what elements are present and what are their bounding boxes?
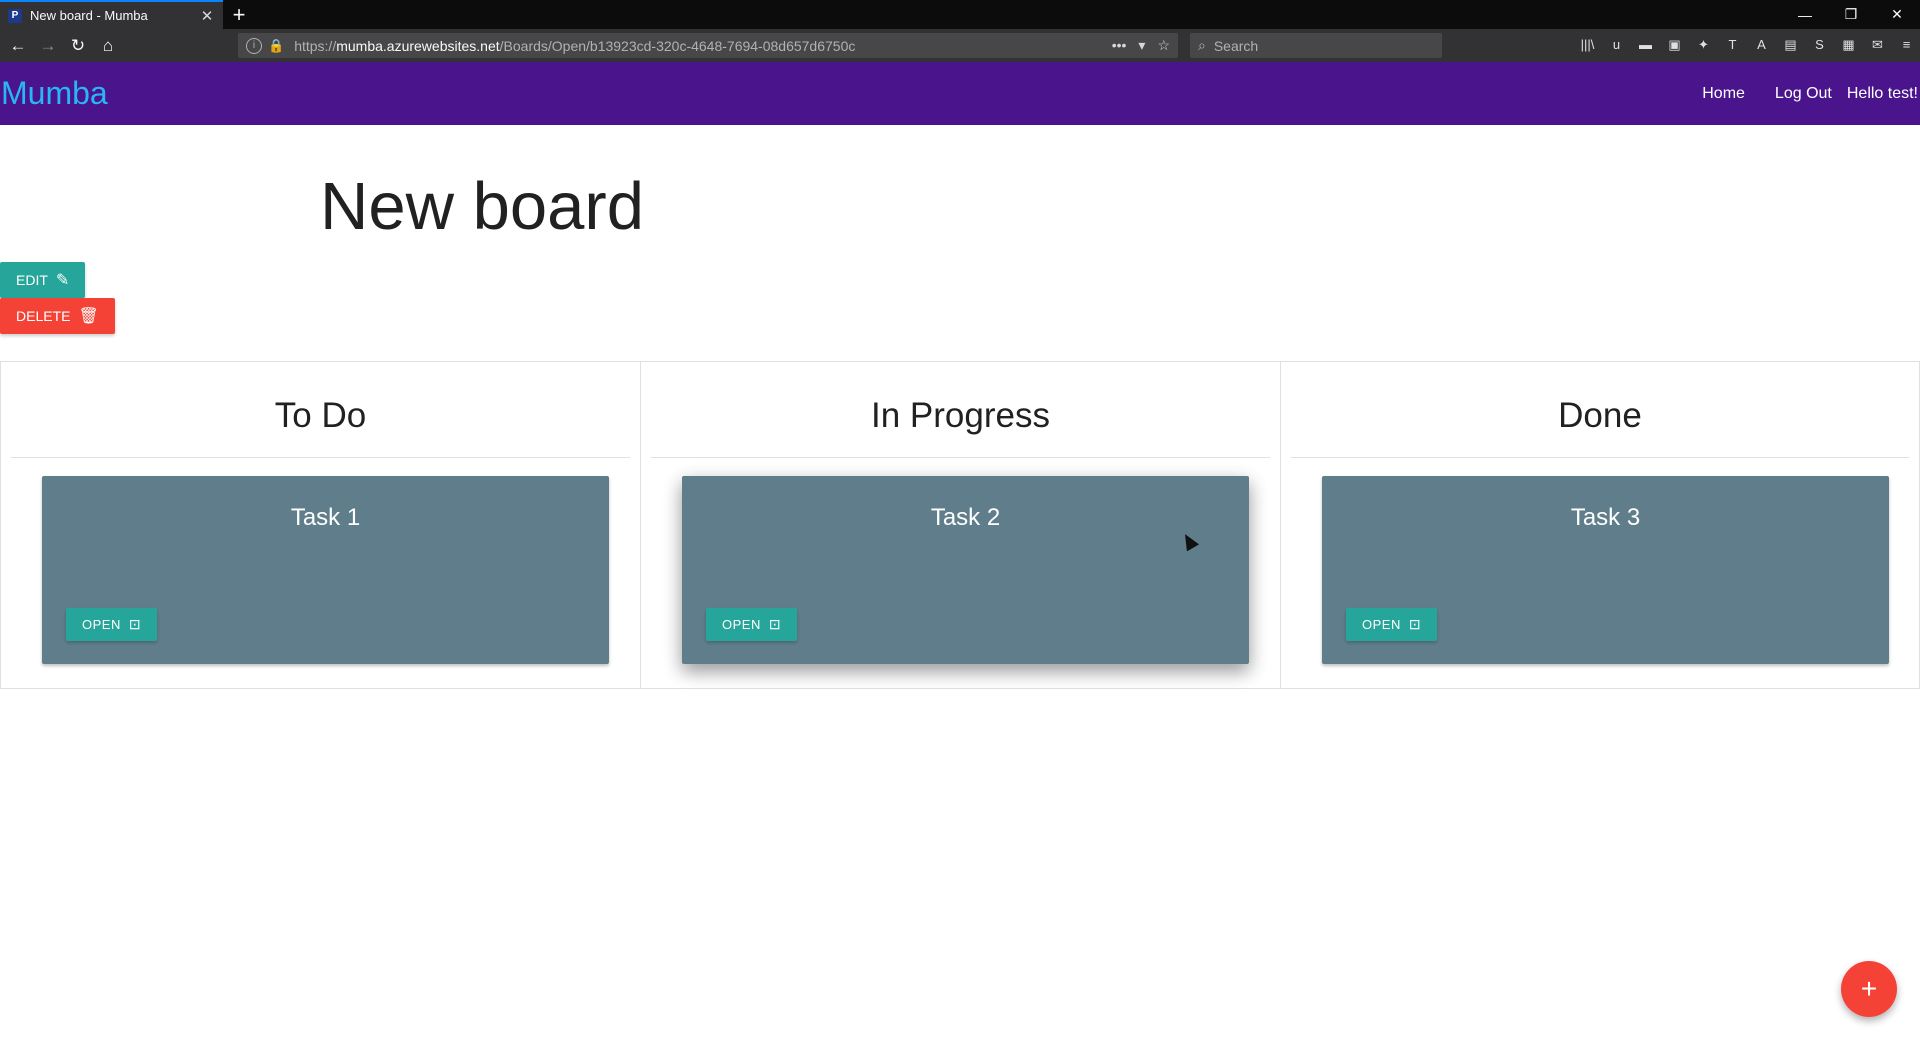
open-in-icon: ⊡: [768, 616, 782, 632]
window-controls: — ❐ ✕: [1782, 0, 1920, 29]
delete-label: DELETE: [16, 308, 71, 324]
skype-icon[interactable]: S: [1810, 35, 1829, 54]
delete-board-button[interactable]: DELETE 🗑: [0, 298, 115, 334]
library-icon[interactable]: |||\: [1578, 35, 1597, 54]
trash-icon: 🗑: [78, 308, 99, 325]
edit-board-button[interactable]: EDIT ✎: [0, 262, 86, 298]
board-columns: To Do Task 1 OPEN ⊡ In Progress Task 2 O…: [0, 361, 1920, 689]
url-protocol: https://: [294, 37, 337, 54]
bookmark-star-icon[interactable]: ☆: [1157, 37, 1170, 54]
page-actions-icon[interactable]: •••: [1112, 37, 1127, 54]
page-title: New board: [320, 169, 645, 244]
open-in-icon: ⊡: [1408, 616, 1422, 632]
column-divider: [651, 457, 1270, 458]
header-nav: Home Log Out Hello test!: [1687, 85, 1920, 103]
column-todo: To Do Task 1 OPEN ⊡: [0, 361, 640, 689]
search-input[interactable]: ⌕ Search: [1190, 33, 1442, 58]
task-card[interactable]: Task 3 OPEN ⊡: [1322, 476, 1889, 664]
task-title: Task 2: [930, 504, 1001, 531]
grid-icon[interactable]: ▦: [1839, 35, 1858, 54]
sidebar-icon[interactable]: ▣: [1665, 35, 1684, 54]
browser-tab[interactable]: P New board - Mumba ✕: [0, 0, 223, 29]
open-label: OPEN: [1362, 617, 1401, 632]
open-label: OPEN: [722, 617, 761, 632]
pencil-icon: ✎: [55, 272, 70, 289]
tab-title: New board - Mumba: [30, 8, 148, 23]
user-greeting: Hello test!: [1846, 84, 1918, 102]
nav-logout-link[interactable]: Log Out: [1760, 85, 1847, 103]
pocket-icon[interactable]: ▾: [1138, 37, 1145, 54]
new-tab-button[interactable]: +: [223, 0, 255, 29]
lock-icon: 🔒: [268, 37, 285, 53]
column-divider: [1291, 457, 1909, 458]
column-divider: [11, 457, 630, 458]
url-tools: ••• ▾ ☆: [1112, 37, 1170, 54]
extension-icon[interactable]: ✦: [1694, 35, 1713, 54]
open-task-button[interactable]: OPEN ⊡: [706, 608, 798, 641]
site-favicon-icon: P: [8, 8, 22, 23]
add-task-fab[interactable]: +: [1841, 961, 1897, 1017]
search-icon: ⌕: [1198, 37, 1206, 53]
nav-home-link[interactable]: Home: [1687, 85, 1760, 103]
open-task-button[interactable]: OPEN ⊡: [1346, 608, 1438, 641]
close-tab-icon[interactable]: ✕: [199, 7, 215, 25]
url-host: mumba.azurewebsites.net: [336, 37, 500, 54]
column-title: To Do: [274, 396, 367, 435]
search-placeholder: Search: [1213, 37, 1259, 54]
home-icon[interactable]: ⌂: [96, 34, 120, 58]
reload-icon[interactable]: ↻: [66, 34, 90, 58]
lastpass-icon[interactable]: ▬: [1636, 35, 1655, 54]
open-in-icon: ⊡: [128, 616, 142, 632]
address-bar[interactable]: i 🔒 https://mumba.azurewebsites.net/Boar…: [238, 33, 1178, 58]
edit-label: EDIT: [16, 272, 48, 288]
task-title: Task 1: [290, 504, 361, 531]
ublock-icon[interactable]: u: [1607, 35, 1626, 54]
back-icon[interactable]: ←: [6, 34, 30, 58]
column-in-progress: In Progress Task 2 OPEN ⊡: [640, 361, 1280, 689]
task-card[interactable]: Task 1 OPEN ⊡: [42, 476, 609, 664]
app-header: Mumba Home Log Out Hello test!: [0, 62, 1920, 125]
column-title: In Progress: [871, 396, 1050, 435]
hamburger-menu-icon[interactable]: ≡: [1897, 35, 1916, 54]
restore-icon[interactable]: ❐: [1828, 0, 1874, 29]
brand-logo[interactable]: Mumba: [0, 75, 108, 112]
task-card[interactable]: Task 2 OPEN ⊡: [682, 476, 1249, 664]
site-info-icon[interactable]: i: [246, 37, 262, 54]
column-title: Done: [1558, 396, 1642, 435]
extensions-toolbar: |||\ u ▬ ▣ ✦ T A ▤ S ▦ ✉ ≡: [1578, 35, 1916, 54]
column-done: Done Task 3 OPEN ⊡: [1280, 361, 1920, 689]
browser-tab-strip: P New board - Mumba ✕ + — ❐ ✕: [0, 0, 1920, 29]
minimize-icon[interactable]: —: [1782, 0, 1828, 29]
url-path: /Boards/Open/b13923cd-320c-4648-7694-08d…: [499, 37, 856, 54]
translate-icon[interactable]: T: [1723, 35, 1742, 54]
browser-toolbar: ← → ↻ ⌂ i 🔒 https://mumba.azurewebsites.…: [0, 29, 1920, 62]
open-label: OPEN: [82, 617, 121, 632]
open-task-button[interactable]: OPEN ⊡: [66, 608, 158, 641]
forward-icon[interactable]: →: [36, 34, 60, 58]
task-title: Task 3: [1570, 504, 1641, 531]
screenshot-icon[interactable]: ▤: [1781, 35, 1800, 54]
mail-icon[interactable]: ✉: [1868, 35, 1887, 54]
font-icon[interactable]: A: [1752, 35, 1771, 54]
close-window-icon[interactable]: ✕: [1874, 0, 1920, 29]
